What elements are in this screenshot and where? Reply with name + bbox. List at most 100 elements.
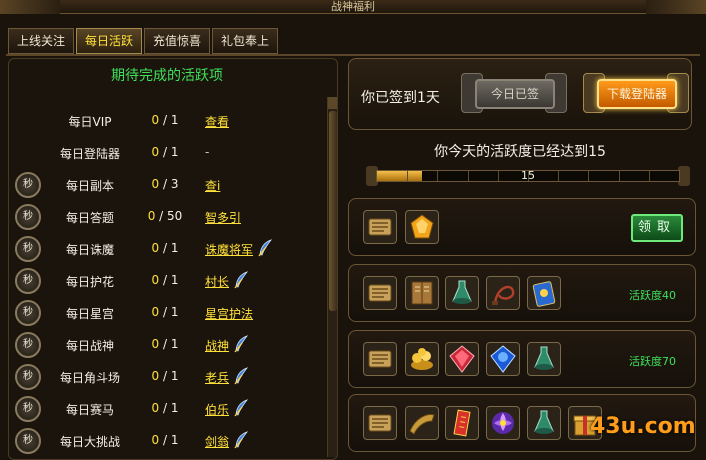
activity-row: 秒 每日星宫 0 / 1 星宫护法 bbox=[9, 298, 325, 328]
download-launcher-button[interactable]: 下载登陆器 bbox=[597, 79, 677, 109]
activity-action-link[interactable]: 老兵 bbox=[205, 369, 229, 386]
scroll-icon[interactable] bbox=[363, 276, 397, 310]
activity-progress-bar: 15 bbox=[366, 166, 690, 186]
activity-name: 每日VIP bbox=[68, 115, 112, 129]
activity-total: 1 bbox=[170, 241, 179, 255]
tab-1[interactable]: 上线关注 bbox=[8, 28, 75, 54]
tab-bar: 上线关注 每日活跃 充值惊喜 礼包奉上 bbox=[8, 28, 279, 54]
scroll-icon[interactable] bbox=[363, 342, 397, 376]
activity-name: 每日大挑战 bbox=[59, 435, 120, 449]
activity-name: 每日战神 bbox=[65, 339, 114, 353]
sapphire-icon[interactable] bbox=[486, 342, 520, 376]
scroll-thumb[interactable] bbox=[329, 111, 337, 311]
activity-row: 秒 每日大挑战 0 / 1 剑翁 bbox=[9, 426, 325, 456]
activity-row: 每日登陆器 0 / 1 - bbox=[9, 138, 325, 168]
activity-progress: 0 / 1 bbox=[151, 241, 179, 255]
activity-current: 0 bbox=[151, 273, 160, 287]
activity-action-link[interactable]: 查看 bbox=[205, 113, 229, 130]
activity-progress: 0 / 1 bbox=[151, 305, 179, 319]
activity-action-link[interactable]: 星宫护法 bbox=[205, 305, 253, 322]
scroll-icon[interactable] bbox=[363, 210, 397, 244]
activity-current: 0 bbox=[151, 369, 160, 383]
potion-icon[interactable] bbox=[527, 406, 561, 440]
activity-name: 每日登陆器 bbox=[59, 147, 120, 161]
tab-3[interactable]: 充值惊喜 bbox=[144, 28, 211, 54]
teleport-feather-icon[interactable] bbox=[233, 271, 249, 289]
activity-total: 1 bbox=[170, 305, 179, 319]
teleport-feather-icon[interactable] bbox=[257, 239, 273, 257]
tab-divider bbox=[6, 54, 700, 56]
activity-action-link[interactable]: 查i bbox=[205, 177, 220, 194]
claim-reward-button[interactable]: 领取 bbox=[631, 214, 683, 242]
activity-name: 每日星宫 bbox=[65, 307, 114, 321]
lotus-icon[interactable] bbox=[486, 406, 520, 440]
activity-progress: 0 / 1 bbox=[151, 401, 179, 415]
instant-complete-button[interactable]: 秒 bbox=[15, 204, 41, 230]
signed-today-button[interactable]: 今日已签 bbox=[475, 79, 555, 109]
activity-row: 秒 每日角斗场 0 / 1 老兵 bbox=[9, 362, 325, 392]
activity-row: 秒 每日战神 0 / 1 战神 bbox=[9, 330, 325, 360]
tab-4[interactable]: 礼包奉上 bbox=[212, 28, 279, 54]
instant-complete-button[interactable]: 秒 bbox=[15, 268, 41, 294]
activity-level-text: 你今天的活跃度已经达到15 bbox=[434, 144, 606, 160]
instant-complete-button[interactable]: 秒 bbox=[15, 396, 41, 422]
activity-name: 每日角斗场 bbox=[59, 371, 120, 385]
activity-name: 每日诛魔 bbox=[65, 243, 114, 257]
tab-2[interactable]: 每日活跃 bbox=[76, 28, 143, 54]
potion-icon[interactable] bbox=[445, 276, 479, 310]
instant-complete-button[interactable]: 秒 bbox=[15, 236, 41, 262]
reward-tier: 活跃度70 bbox=[348, 330, 696, 388]
whip-icon[interactable] bbox=[486, 276, 520, 310]
activity-current: 0 bbox=[151, 113, 160, 127]
talisman-icon[interactable] bbox=[445, 406, 479, 440]
book-icon[interactable] bbox=[405, 276, 439, 310]
activity-progress: 0 / 50 bbox=[147, 209, 183, 223]
card-icon[interactable] bbox=[527, 276, 561, 310]
activity-row: 秒 每日赛马 0 / 1 伯乐 bbox=[9, 394, 325, 424]
reward-tier: 领取 bbox=[348, 198, 696, 256]
activity-current: 0 bbox=[151, 401, 160, 415]
instant-complete-button[interactable]: 秒 bbox=[15, 364, 41, 390]
activity-progress: 0 / 1 bbox=[151, 273, 179, 287]
activity-total: 1 bbox=[170, 145, 179, 159]
activity-list-panel: 期待完成的活跃项 每日VIP 0 / 1 查看 每日登陆器 0 / 1 - 秒 每日副本 0 /… bbox=[8, 58, 338, 460]
activity-list-scrollbar[interactable] bbox=[327, 97, 337, 457]
activity-action-link[interactable]: 剑翁 bbox=[205, 433, 229, 450]
activity-action-link[interactable]: 村长 bbox=[205, 273, 229, 290]
scroll-up-button[interactable] bbox=[328, 97, 337, 109]
activity-current: 0 bbox=[151, 145, 160, 159]
activity-current: 0 bbox=[151, 337, 160, 351]
horn-icon[interactable] bbox=[405, 406, 439, 440]
potion-icon[interactable] bbox=[527, 342, 561, 376]
instant-complete-button[interactable]: 秒 bbox=[15, 332, 41, 358]
instant-complete-button[interactable]: 秒 bbox=[15, 428, 41, 454]
activity-action-link[interactable]: 战神 bbox=[205, 337, 229, 354]
instant-complete-button[interactable]: 秒 bbox=[15, 172, 41, 198]
instant-complete-button[interactable]: 秒 bbox=[15, 300, 41, 326]
teleport-feather-icon[interactable] bbox=[233, 367, 249, 385]
teleport-feather-icon[interactable] bbox=[233, 335, 249, 353]
gold-icon[interactable] bbox=[405, 342, 439, 376]
signin-panel: 你已签到1天 今日已签 下载登陆器 bbox=[348, 58, 692, 130]
activity-total: 3 bbox=[170, 177, 179, 191]
teleport-feather-icon[interactable] bbox=[233, 431, 249, 449]
activity-row: 秒 每日诛魔 0 / 1 诛魔将军 bbox=[9, 234, 325, 264]
ruby-icon[interactable] bbox=[445, 342, 479, 376]
activity-total: 1 bbox=[170, 273, 179, 287]
activity-action-link[interactable]: 诛魔将军 bbox=[205, 241, 253, 258]
scroll-icon[interactable] bbox=[363, 406, 397, 440]
activity-progress: 0 / 1 bbox=[151, 337, 179, 351]
activity-current: 0 bbox=[151, 305, 160, 319]
progress-track: 15 bbox=[376, 169, 680, 182]
activity-row: 秒 每日答题 0 / 50 智多引 bbox=[9, 202, 325, 232]
reward-requirement: 活跃度70 bbox=[629, 355, 676, 368]
teleport-feather-icon[interactable] bbox=[233, 399, 249, 417]
activity-action-link[interactable]: 智多引 bbox=[205, 209, 241, 226]
activity-total: 1 bbox=[170, 433, 179, 447]
activity-action-link[interactable]: 伯乐 bbox=[205, 401, 229, 418]
activity-total: 50 bbox=[167, 209, 183, 223]
window-title: 战神福利 bbox=[331, 0, 375, 13]
reward-requirement: 活跃度40 bbox=[629, 289, 676, 302]
amber-gem-icon[interactable] bbox=[405, 210, 439, 244]
activity-list-heading: 期待完成的活跃项 bbox=[111, 68, 223, 84]
